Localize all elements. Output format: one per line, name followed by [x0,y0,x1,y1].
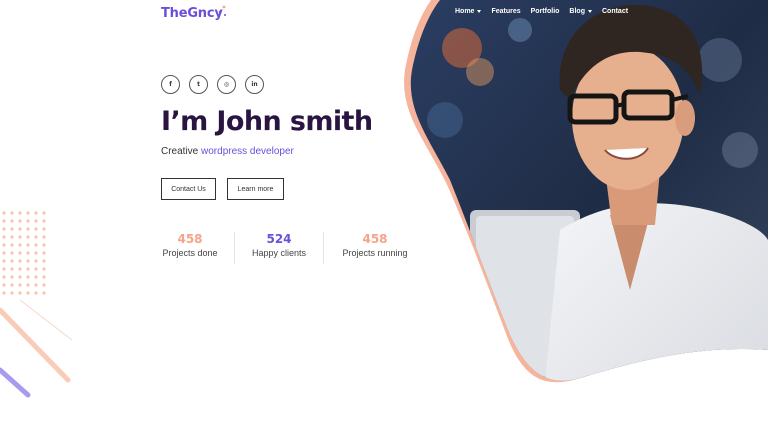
stat-value: 524 [266,232,292,246]
linkedin-icon[interactable]: in [245,75,264,94]
learn-more-button[interactable]: Learn more [227,178,284,200]
facebook-icon[interactable]: f [161,75,180,94]
logo-dots-icon [218,5,226,16]
nav-contact[interactable]: Contact [602,8,628,15]
contact-us-button[interactable]: Contact Us [161,178,216,200]
main-nav: Home Features Portfolio Blog Contact [455,8,628,15]
social-links: f t ◎ in [161,75,264,94]
stat-happy-clients: 524 Happy clients [250,232,308,258]
hero-headline: I’m John smith [161,106,373,137]
dribbble-icon[interactable]: ◎ [217,75,236,94]
twitter-icon[interactable]: t [189,75,208,94]
nav-features[interactable]: Features [491,8,520,15]
stat-projects-running: 458 Projects running [340,232,410,258]
stat-label: Happy clients [251,248,307,258]
stat-label: Projects running [342,248,408,258]
nav-home[interactable]: Home [455,8,482,15]
stat-value: 458 [177,232,203,246]
site-logo[interactable]: TheGncy [161,6,223,21]
chevron-down-icon [587,10,592,13]
decorative-dots [0,211,73,398]
nav-portfolio[interactable]: Portfolio [531,8,560,15]
hero-subline: Creative wordpress developer [161,146,294,157]
stat-value: 458 [362,232,388,246]
stat-label: Projects done [162,248,218,258]
stats-row: 458 Projects done 524 Happy clients 458 … [161,232,421,266]
stat-projects-done: 458 Projects done [161,232,219,258]
hero-subline-accent: wordpress developer [201,146,294,157]
nav-blog[interactable]: Blog [569,8,592,15]
stat-divider [234,232,235,264]
chevron-down-icon [477,10,482,13]
hero-photo-blob [403,0,768,383]
stat-divider [323,232,324,264]
